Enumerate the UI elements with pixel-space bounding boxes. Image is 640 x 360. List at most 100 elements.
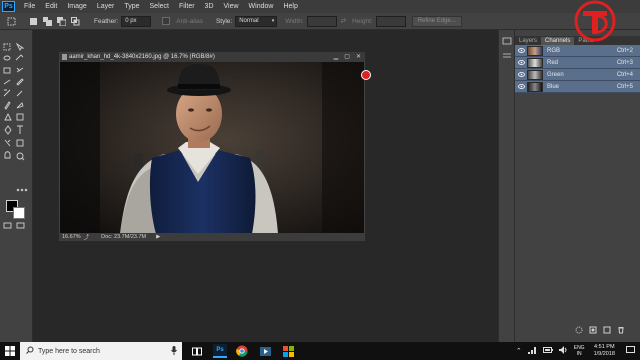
battery-icon[interactable]: [542, 347, 553, 355]
channel-thumbnail: [527, 57, 543, 68]
channel-thumbnail: [527, 69, 543, 80]
document-window: aamir_khan_hd_4k-3840x2160.jpg @ 16.7% (…: [58, 51, 366, 241]
menu-layer[interactable]: Layer: [92, 0, 120, 13]
microphone-icon[interactable]: [171, 346, 177, 358]
export-icon[interactable]: ⤴: [84, 233, 90, 241]
dotted-circle-icon[interactable]: [575, 326, 583, 336]
channel-name: Blue: [547, 83, 560, 90]
subtract-selection-icon[interactable]: [56, 16, 66, 26]
channel-name: Green: [547, 71, 564, 78]
task-view-icon[interactable]: [190, 344, 204, 358]
feather-label: Feather:: [94, 17, 119, 25]
menu-help[interactable]: Help: [278, 0, 302, 13]
photoshop-taskbar-icon[interactable]: Ps: [213, 344, 227, 358]
anti-alias-checkbox[interactable]: [161, 16, 171, 26]
region-code: IN: [576, 351, 582, 357]
document-image[interactable]: [60, 62, 364, 234]
clock-date: 1/9/2018: [593, 351, 615, 357]
channel-thumbnail: [527, 45, 543, 56]
menu-edit[interactable]: Edit: [40, 0, 62, 13]
menu-file[interactable]: File: [19, 0, 40, 13]
windows-start-icon[interactable]: [0, 342, 20, 360]
menu-select[interactable]: Select: [145, 0, 174, 13]
document-size: Doc: 23.7M/23.7M: [101, 234, 147, 240]
refine-edge-button[interactable]: Refine Edge...: [411, 15, 462, 27]
people-icon[interactable]: ⌃: [516, 347, 522, 355]
maximize-icon[interactable]: ▢: [344, 52, 350, 62]
input-language[interactable]: ENG IN: [574, 345, 585, 357]
store-icon[interactable]: [281, 344, 295, 358]
style-label: Style:: [215, 17, 233, 25]
new-channel-icon[interactable]: [603, 326, 611, 336]
marquee-tool-icon[interactable]: [6, 16, 16, 26]
network-icon[interactable]: [527, 346, 537, 356]
eye-icon[interactable]: [517, 47, 525, 55]
eye-icon[interactable]: [517, 71, 525, 79]
trash-icon[interactable]: [617, 326, 625, 336]
status-menu-arrow-icon[interactable]: ▶: [156, 234, 160, 240]
search-icon: [26, 346, 34, 356]
channel-shortcut: Ctrl+4: [616, 71, 633, 78]
style-value: Normal: [239, 17, 259, 24]
background-color-swatch[interactable]: [13, 207, 25, 219]
notification-icon[interactable]: [626, 346, 635, 356]
options-bar: Feather: 0 px Anti-alias Style: Normal ▾…: [0, 13, 640, 30]
channel-watermark-logo: [574, 0, 616, 42]
eye-icon[interactable]: [517, 59, 525, 67]
document-status-bar: 16.67% ⤴ Doc: 23.7M/23.7M ▶: [59, 233, 365, 241]
channel-row-red[interactable]: Red Ctrl+3: [515, 57, 640, 69]
anti-alias-label: Anti-alias: [176, 17, 203, 25]
height-label: Height:: [352, 17, 373, 25]
channel-shortcut: Ctrl+5: [616, 83, 633, 90]
taskbar: Type here to search Ps ⌃ ENG IN 4:51 PM …: [0, 342, 640, 360]
swap-icon[interactable]: ⇄: [341, 17, 346, 25]
channel-thumbnail: [527, 81, 543, 92]
document-titlebar[interactable]: aamir_khan_hd_4k-3840x2160.jpg @ 16.7% (…: [59, 52, 365, 62]
channel-name: RGB: [547, 47, 561, 54]
media-player-icon[interactable]: [258, 344, 272, 358]
close-icon[interactable]: ✕: [356, 52, 361, 62]
channel-shortcut: Ctrl+2: [616, 47, 633, 54]
channel-row-blue[interactable]: Blue Ctrl+5: [515, 81, 640, 93]
channels-panel: Layers Channels Paths RGB Ctrl+2 Red Ctr…: [514, 30, 640, 342]
add-selection-icon[interactable]: [42, 16, 52, 26]
save-selection-icon[interactable]: [589, 326, 597, 336]
tab-channels[interactable]: Channels: [541, 37, 575, 45]
clock-time: 4:51 PM: [594, 344, 615, 350]
taskbar-clock[interactable]: 4:51 PM 1/9/2018: [594, 344, 615, 358]
minimize-icon[interactable]: ▁: [334, 52, 339, 62]
collapsed-panel-strip: [498, 30, 515, 342]
menu-3d[interactable]: 3D: [200, 0, 219, 13]
chrome-icon[interactable]: [235, 344, 249, 358]
search-placeholder: Type here to search: [38, 347, 100, 355]
menu-bar: Ps File Edit Image Layer Type Select Fil…: [0, 0, 640, 13]
zoom-level[interactable]: 16.67%: [62, 234, 81, 240]
menu-image[interactable]: Image: [62, 0, 91, 13]
tools-panel: [0, 30, 33, 342]
channel-shortcut: Ctrl+3: [616, 59, 633, 66]
menu-filter[interactable]: Filter: [174, 0, 200, 13]
menu-type[interactable]: Type: [119, 0, 144, 13]
width-input[interactable]: [306, 15, 337, 27]
tab-layers[interactable]: Layers: [515, 37, 541, 45]
feather-input[interactable]: 0 px: [121, 15, 152, 27]
resize-handle-icon[interactable]: [361, 70, 371, 80]
channel-row-green[interactable]: Green Ctrl+4: [515, 69, 640, 81]
volume-icon[interactable]: [558, 346, 568, 356]
eye-icon[interactable]: [517, 83, 525, 91]
style-select[interactable]: Normal ▾: [235, 15, 278, 27]
document-icon: [62, 54, 67, 60]
height-input[interactable]: [375, 15, 406, 27]
photoshop-logo[interactable]: Ps: [2, 1, 15, 12]
channel-row-rgb[interactable]: RGB Ctrl+2: [515, 45, 640, 57]
panel-strip-icons: [502, 37, 512, 58]
menu-view[interactable]: View: [219, 0, 244, 13]
width-label: Width:: [285, 17, 304, 25]
document-title: aamir_khan_hd_4k-3840x2160.jpg @ 16.7% (…: [69, 54, 215, 60]
chevron-down-icon: ▾: [271, 17, 275, 24]
intersect-selection-icon[interactable]: [70, 16, 80, 26]
channel-list: RGB Ctrl+2 Red Ctrl+3 Green Ctrl+4 Blue …: [515, 45, 640, 93]
taskbar-search-box[interactable]: Type here to search: [20, 342, 182, 360]
menu-window[interactable]: Window: [244, 0, 279, 13]
new-selection-icon[interactable]: [28, 16, 38, 26]
